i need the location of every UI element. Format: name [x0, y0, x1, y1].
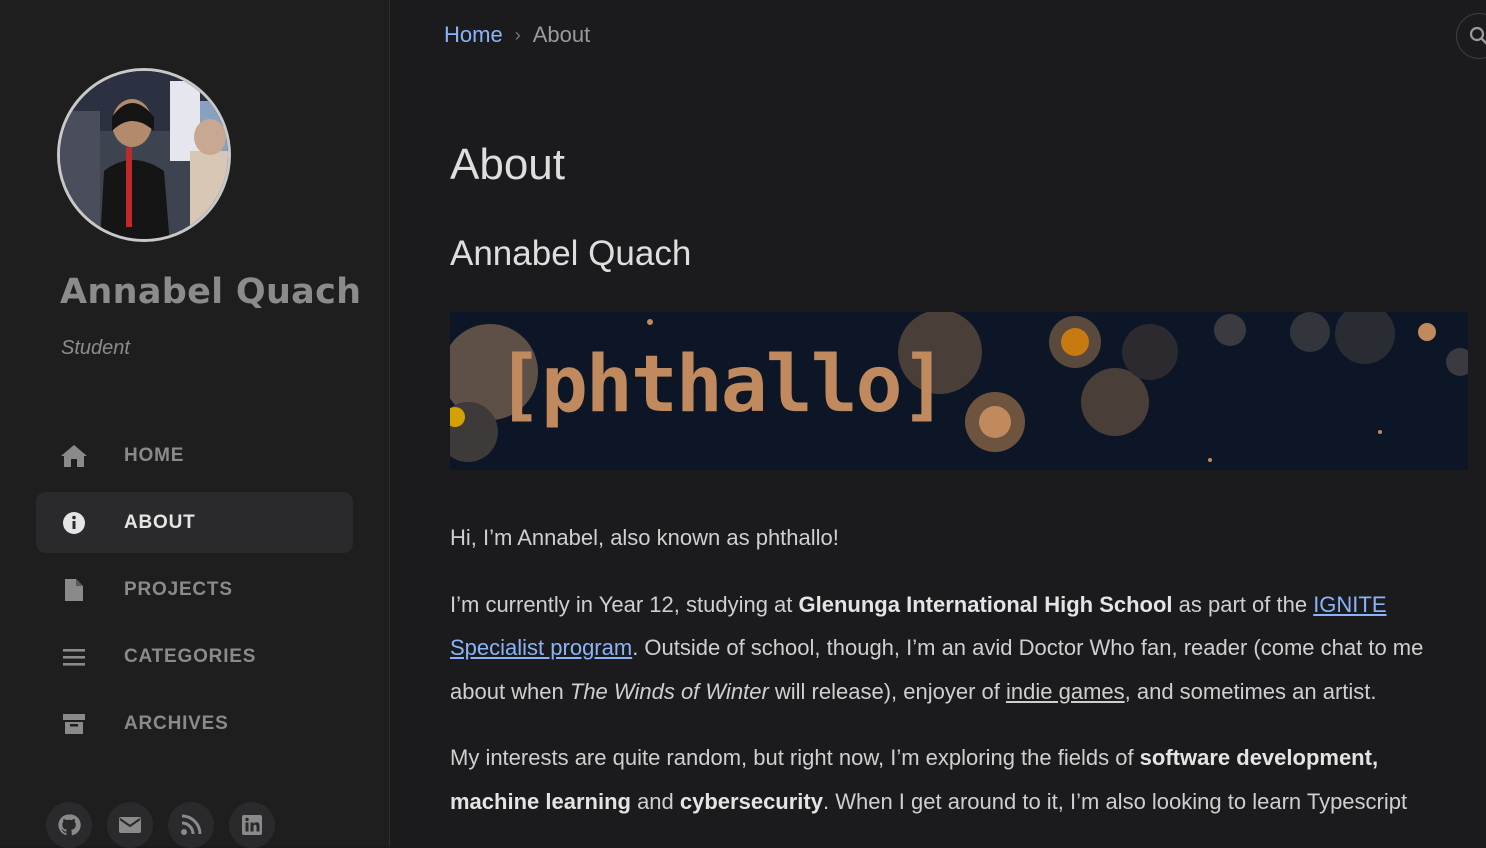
indie-games-link[interactable]: indie games	[1006, 679, 1125, 704]
text: I’m currently in Year 12, studying at	[450, 591, 799, 617]
rss-link[interactable]	[168, 802, 214, 848]
text: will release), enjoyer of	[768, 678, 1006, 704]
banner-image: [phthallo]	[450, 312, 1468, 470]
sidebar-nav: HOME ABOUT PROJECTS CATEGORIES ARCHIVES	[36, 425, 353, 760]
search-button[interactable]	[1456, 13, 1486, 59]
github-link[interactable]	[46, 802, 92, 848]
sidebar: Annabel Quach Student HOME ABOUT PROJECT…	[0, 0, 390, 848]
interest-bold: cybersecurity	[679, 788, 823, 814]
search-icon	[1469, 26, 1486, 45]
breadcrumb-current: About	[532, 22, 591, 47]
main-content: About Annabel Quach [phthallo] Hi, I’m A…	[450, 140, 1470, 846]
breadcrumb: Home › About	[444, 22, 590, 48]
breadcrumb-separator: ›	[514, 24, 521, 45]
page-title: About	[450, 140, 565, 189]
book-title: The Winds of Winter	[569, 678, 769, 704]
sidebar-item-label: HOME	[124, 444, 185, 466]
sidebar-item-categories[interactable]: CATEGORIES	[36, 626, 353, 687]
text: My interests are quite random, but right…	[450, 745, 1140, 770]
linkedin-link[interactable]	[229, 802, 275, 848]
intro-paragraph: Hi, I’m Annabel, also known as phthallo!	[450, 525, 839, 550]
sidebar-item-about[interactable]: ABOUT	[36, 492, 353, 553]
file-icon	[60, 576, 88, 604]
school-paragraph: I’m currently in Year 12, studying at Gl…	[450, 583, 1470, 714]
banner-logo-text: [phthallo]	[496, 340, 948, 430]
sidebar-item-label: ARCHIVES	[124, 712, 229, 734]
linkedin-icon	[242, 815, 262, 835]
archive-icon	[60, 710, 88, 738]
text: as part of the	[1172, 591, 1314, 617]
email-link[interactable]	[107, 802, 153, 848]
text: . When I get around to it, I’m also look…	[822, 788, 1408, 814]
topbar: Home › About	[390, 0, 1486, 72]
social-links	[46, 802, 275, 848]
github-icon	[58, 814, 81, 836]
sidebar-item-projects[interactable]: PROJECTS	[36, 559, 353, 620]
section-title: Annabel Quach	[450, 234, 692, 273]
sidebar-item-label: CATEGORIES	[124, 645, 257, 667]
school-name: Glenunga International High School	[798, 591, 1173, 617]
list-icon	[60, 643, 88, 671]
site-subtitle: Student	[61, 337, 130, 359]
breadcrumb-home-link[interactable]: Home	[444, 22, 503, 48]
sidebar-item-home[interactable]: HOME	[36, 425, 353, 486]
site-title[interactable]: Annabel Quach	[60, 272, 361, 312]
sidebar-item-archives[interactable]: ARCHIVES	[36, 693, 353, 754]
email-icon	[119, 817, 141, 833]
text: , and sometimes an artist.	[1124, 678, 1377, 704]
home-icon	[60, 442, 88, 470]
text: and	[630, 788, 680, 814]
sidebar-item-label: PROJECTS	[124, 578, 233, 600]
sidebar-item-label: ABOUT	[124, 511, 196, 533]
interests-paragraph: My interests are quite random, but right…	[450, 736, 1470, 823]
avatar-photo	[60, 71, 228, 239]
rss-icon	[181, 814, 202, 835]
info-icon	[60, 509, 88, 537]
avatar[interactable]	[57, 68, 231, 242]
